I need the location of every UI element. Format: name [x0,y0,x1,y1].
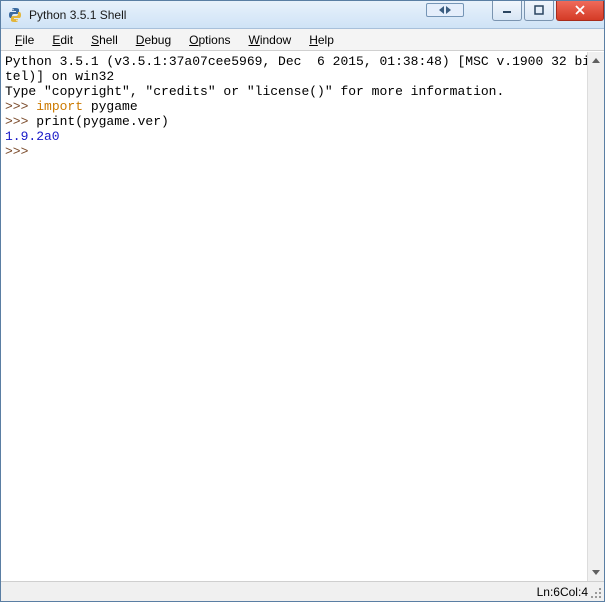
menu-debug[interactable]: Debug [128,31,179,49]
prompt: >>> [5,144,36,159]
keyword-import: import [36,99,83,114]
status-ln-value: 6 [553,585,560,599]
minimize-icon [502,5,512,15]
scroll-track[interactable] [588,69,604,564]
maximize-button[interactable] [524,1,554,21]
close-icon [574,5,586,15]
minimize-button[interactable] [492,1,522,21]
window-frame: Python 3.5.1 Shell File Edit Shell Debug… [0,0,605,602]
shell-text-area[interactable]: Python 3.5.1 (v3.5.1:37a07cee5969, Dec 6… [1,52,587,581]
output-line: 1.9.2a0 [5,129,60,144]
menu-shell[interactable]: Shell [83,31,126,49]
scroll-down-button[interactable] [588,564,604,581]
status-col-label: Col: [560,585,581,599]
chevron-left-icon [439,6,444,14]
menu-edit[interactable]: Edit [44,31,81,49]
vertical-scrollbar[interactable] [587,52,604,581]
chevron-down-icon [592,570,600,575]
maximize-icon [534,5,544,15]
prompt: >>> [5,114,36,129]
chevron-right-icon [446,6,451,14]
code-text: print(pygame.ver) [36,114,169,129]
window-title: Python 3.5.1 Shell [29,8,490,22]
scroll-up-button[interactable] [588,52,604,69]
menu-file[interactable]: File [7,31,42,49]
menu-options[interactable]: Options [181,31,238,49]
code-text: pygame [83,99,138,114]
status-ln-label: Ln: [537,585,554,599]
statusbar: Ln: 6 Col: 4 [1,581,604,601]
python-app-icon [7,7,23,23]
banner-line: tel)] on win32 [5,69,114,84]
titlebar-extra-button[interactable] [426,3,464,17]
close-button[interactable] [556,1,604,21]
editor-area: Python 3.5.1 (v3.5.1:37a07cee5969, Dec 6… [1,51,604,581]
banner-line: Type "copyright", "credits" or "license(… [5,84,504,99]
menubar: File Edit Shell Debug Options Window Hel… [1,29,604,51]
chevron-up-icon [592,58,600,63]
menu-window[interactable]: Window [241,31,300,49]
resize-grip[interactable] [590,587,602,599]
window-controls [490,1,604,21]
banner-line: Python 3.5.1 (v3.5.1:37a07cee5969, Dec 6… [5,54,587,69]
status-col-value: 4 [581,585,588,599]
menu-help[interactable]: Help [301,31,342,49]
prompt: >>> [5,99,36,114]
titlebar[interactable]: Python 3.5.1 Shell [1,1,604,29]
